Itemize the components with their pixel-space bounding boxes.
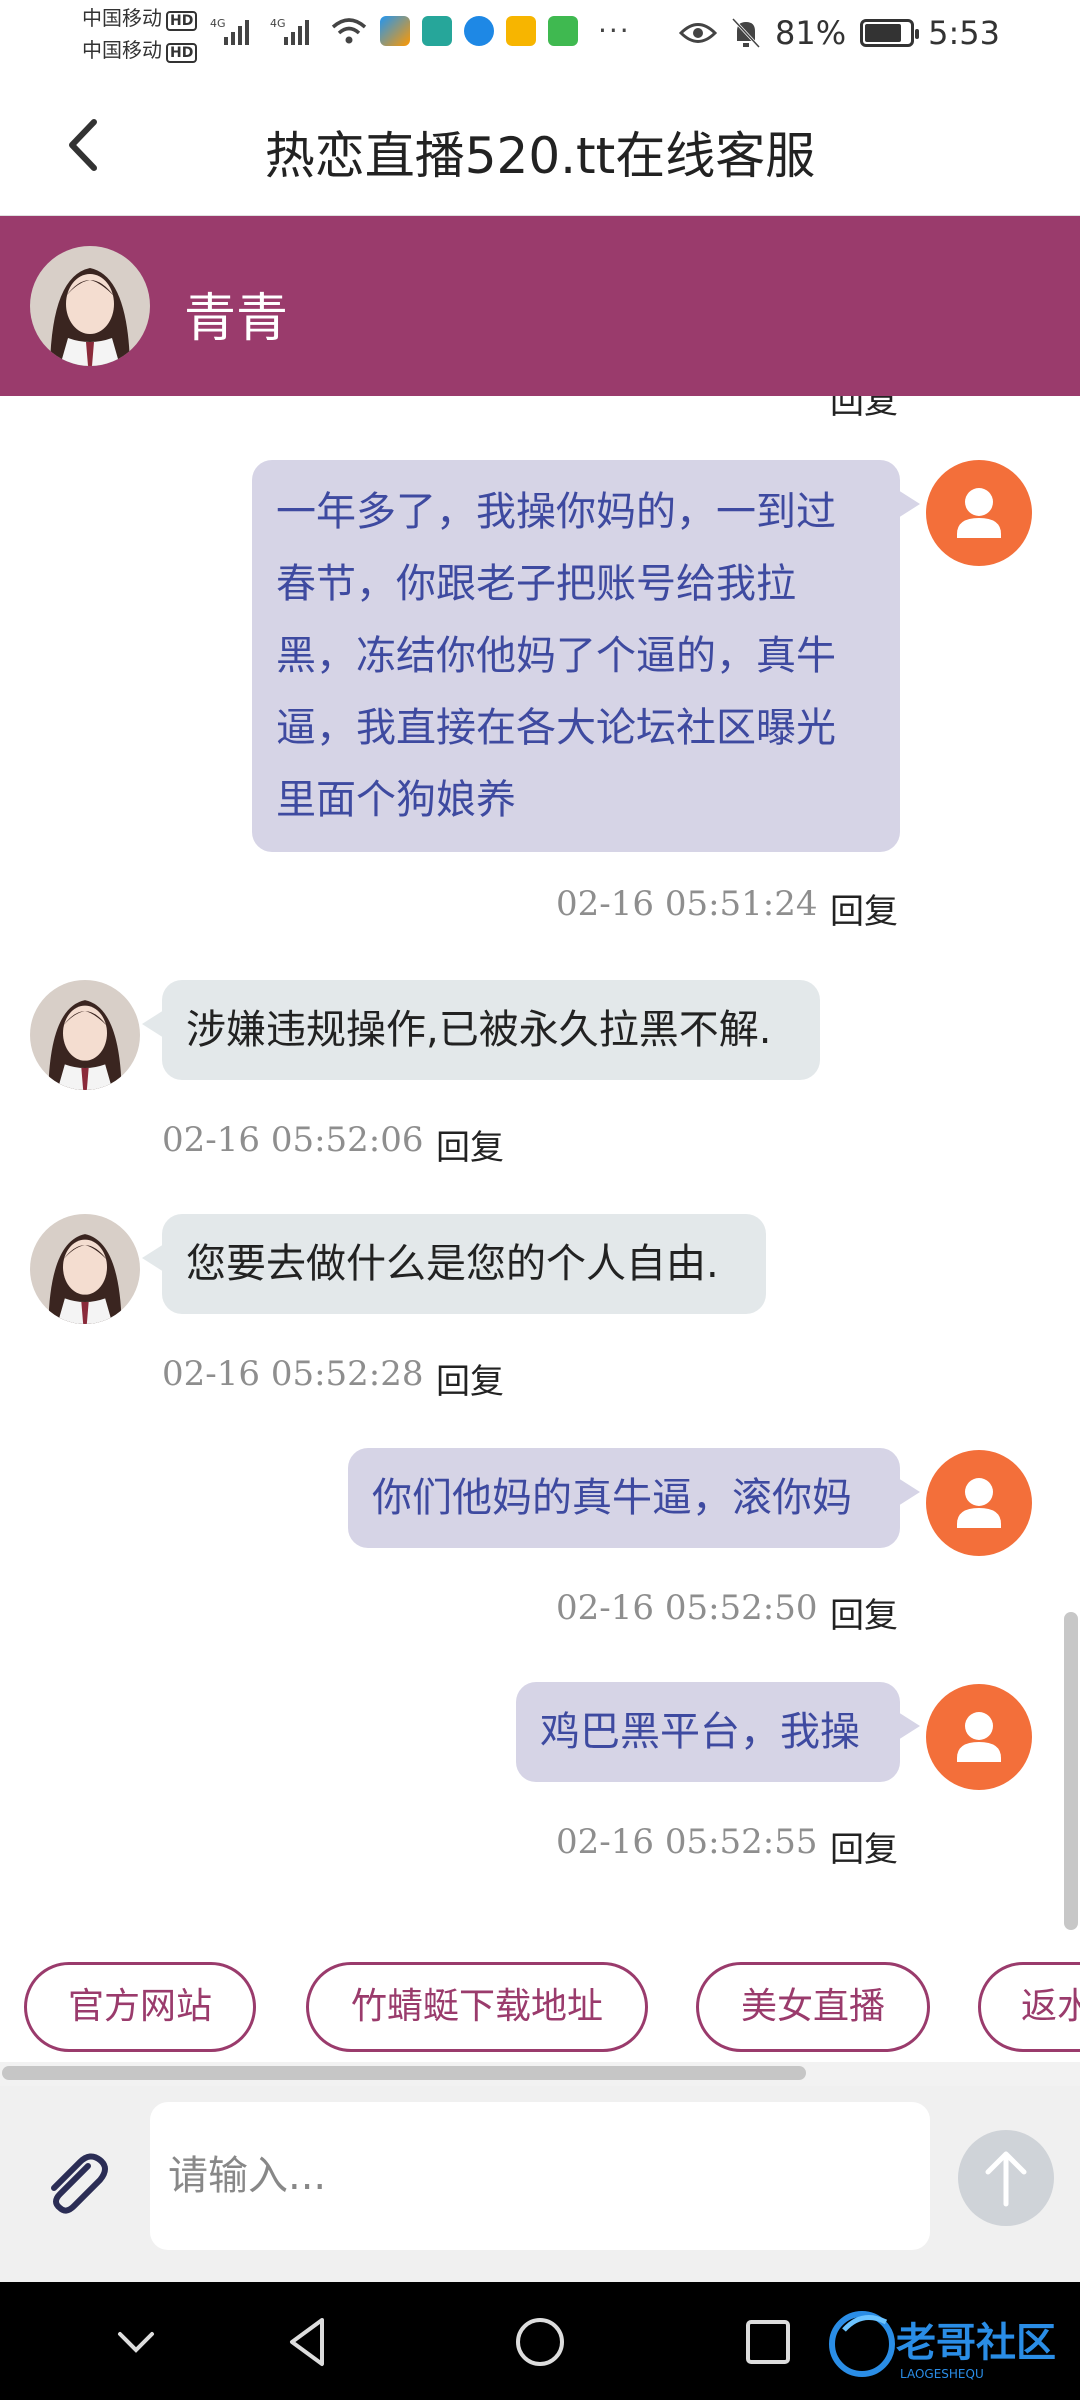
carrier-1: 中国移动 HD — [82, 6, 198, 31]
message-line: 一年多了，我操你妈的，一到过 — [276, 489, 836, 535]
message-bubble-agent-1: 涉嫌违规操作,已被永久拉黑不解. — [142, 980, 820, 1080]
quick-link-download[interactable]: 竹蜻蜓下载地址 — [306, 1962, 648, 2052]
carrier-2: 中国移动 HD — [82, 38, 198, 63]
message-timestamp: 02-16 05:52:50 — [556, 1588, 818, 1628]
message-line: 逼，我直接在各大论坛社区曝光 — [276, 705, 836, 751]
quick-link-live-stream[interactable]: 美女直播 — [696, 1962, 930, 2052]
agent-message-avatar — [30, 980, 140, 1090]
agent-name: 青青 — [184, 289, 289, 349]
message-timestamp: 02-16 05:52:28 — [162, 1354, 424, 1394]
reply-link[interactable]: 回复 — [436, 1120, 504, 1169]
page-title: 热恋直播520.tt在线客服 — [264, 127, 816, 185]
quick-link-rebate[interactable]: 返水 — [978, 1962, 1080, 2052]
user-avatar — [926, 1450, 1032, 1556]
nav-home-button[interactable] — [510, 2312, 570, 2372]
agent-message-avatar — [30, 1214, 140, 1324]
hd-badge-2: HD — [166, 43, 198, 63]
message-line: 春节，你跟老子把账号给我拉 — [276, 561, 796, 607]
svg-text:4G: 4G — [210, 17, 226, 30]
battery-fill — [865, 24, 901, 42]
send-button[interactable] — [958, 2130, 1054, 2226]
person-icon — [957, 1478, 1001, 1528]
signal-icon-2: 4G — [270, 17, 309, 45]
message-input[interactable] — [150, 2102, 930, 2250]
wifi-icon — [331, 17, 367, 43]
status-right: 81% 5:53 — [679, 14, 1000, 52]
quick-links-bar[interactable]: 官方网站 竹蜻蜓下载地址 美女直播 返水 — [0, 1930, 1080, 2062]
status-bar: 中国移动 HD 中国移动 HD 4G 4G ··· 81% 5:53 — [0, 0, 1080, 72]
message-timestamp: 02-16 05:51:24 — [556, 884, 818, 924]
bird-app-icon — [464, 15, 494, 46]
gallery-app-icon — [548, 15, 578, 46]
nav-back-button[interactable] — [278, 2312, 338, 2372]
watermark-subtext: LAOGESHEQU — [900, 2367, 984, 2381]
message-timestamp: 02-16 05:52:06 — [162, 1120, 424, 1160]
system-nav-bar: 老哥社区 LAOGESHEQU — [0, 2282, 1080, 2400]
arrow-up-icon — [985, 2151, 1027, 2207]
watermark-logo: 老哥社区 LAOGESHEQU — [826, 2300, 1066, 2384]
message-bubble-user-3: 鸡巴黑平台，我操 — [516, 1682, 920, 1782]
app-notification-icon — [380, 15, 410, 46]
agent-bar: 青青 — [0, 216, 1080, 396]
eye-icon — [679, 23, 718, 43]
person-icon — [957, 488, 1001, 538]
agent-avatar — [30, 246, 150, 366]
message-line: 黑，冻结你他妈了个逼的，真牛 — [276, 633, 836, 679]
chevron-down-icon — [118, 2332, 154, 2353]
mail-icon — [506, 15, 536, 46]
quick-links-scrollbar[interactable] — [0, 2062, 1080, 2086]
mute-bell-icon — [731, 17, 761, 49]
hd-badge-1: HD — [166, 11, 198, 31]
app-header: 热恋直播520.tt在线客服 — [0, 72, 1080, 216]
clock: 5:53 — [928, 14, 1000, 52]
triangle-back-icon — [290, 2318, 324, 2366]
reply-link[interactable]: 回复 — [436, 1354, 504, 1403]
reply-link[interactable]: 回复 — [830, 884, 898, 933]
notification-icons: 4G 4G ··· — [210, 14, 631, 47]
square-recents-icon — [746, 2320, 790, 2364]
battery-percent: 81% — [775, 14, 847, 52]
svg-text:4G: 4G — [270, 17, 286, 30]
partial-reply-link[interactable]: 回复 — [830, 396, 898, 423]
carrier-1-label: 中国移动 — [82, 6, 162, 30]
input-bar — [0, 2086, 1080, 2282]
user-avatar — [926, 460, 1032, 566]
user-avatar — [926, 1684, 1032, 1790]
signal-icon: 4G — [210, 17, 249, 45]
message-bubble-user-2: 你们他妈的真牛逼，滚你妈 — [348, 1448, 920, 1548]
quick-links-scrollbar-thumb[interactable] — [2, 2066, 806, 2080]
message-line: 里面个狗娘养 — [276, 777, 516, 823]
nav-hide-button[interactable] — [106, 2312, 166, 2372]
more-notifications-icon: ··· — [598, 14, 631, 47]
chat-scrollbar[interactable] — [1064, 1612, 1078, 1930]
attach-button[interactable] — [36, 2144, 116, 2224]
android-icon — [422, 15, 452, 46]
chat-area[interactable]: 回复 一年多了，我操你妈的，一到过 春节，你跟老子把账号给我拉 黑，冻结你他妈了… — [0, 396, 1080, 1930]
quick-link-official-site[interactable]: 官方网站 — [24, 1962, 256, 2052]
nav-recents-button[interactable] — [738, 2312, 798, 2372]
message-timestamp: 02-16 05:52:55 — [556, 1822, 818, 1862]
battery-icon — [860, 19, 920, 47]
reply-link[interactable]: 回复 — [830, 1588, 898, 1637]
person-icon — [957, 1712, 1001, 1762]
watermark-text: 老哥社区 — [896, 2320, 1056, 2366]
carrier-2-label: 中国移动 — [82, 38, 162, 62]
paperclip-icon — [51, 2153, 108, 2214]
circle-home-icon — [516, 2318, 564, 2366]
message-bubble-user-1: 一年多了，我操你妈的，一到过 春节，你跟老子把账号给我拉 黑，冻结你他妈了个逼的… — [252, 460, 920, 852]
message-bubble-agent-2: 您要去做什么是您的个人自由. — [142, 1214, 766, 1314]
reply-link[interactable]: 回复 — [830, 1822, 898, 1871]
